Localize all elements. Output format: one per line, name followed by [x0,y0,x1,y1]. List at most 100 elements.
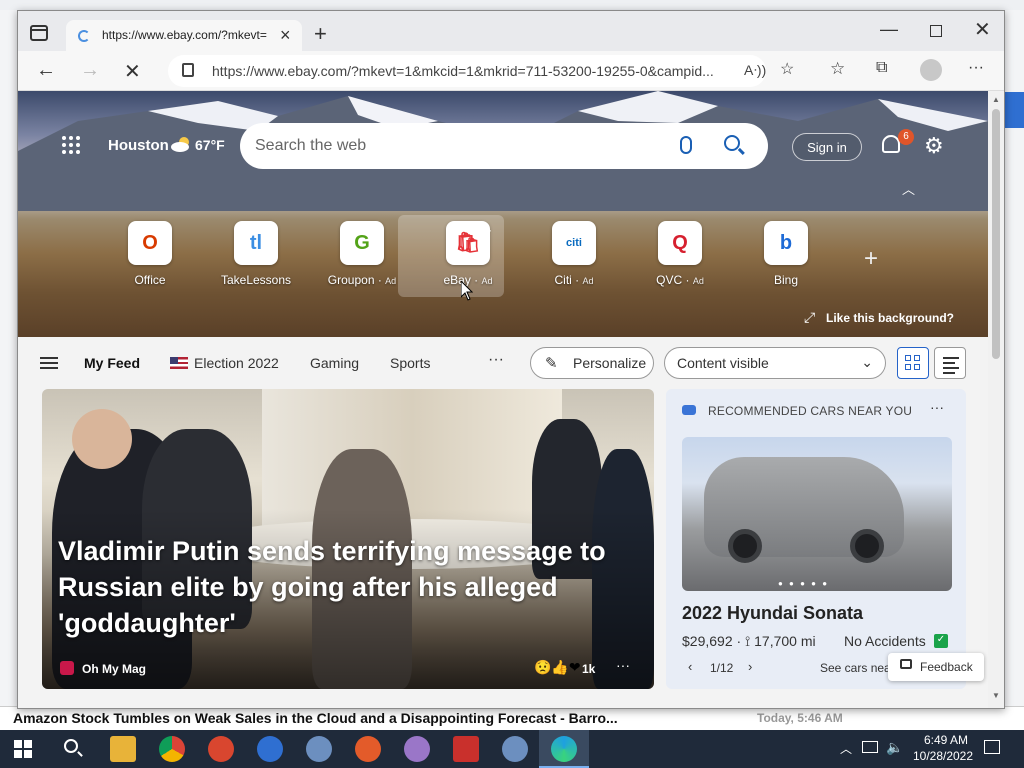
app-icon-red[interactable] [208,736,234,762]
tab-actions-icon[interactable] [30,25,48,41]
new-tab-icon[interactable]: + [314,21,327,47]
search-icon[interactable] [724,135,740,151]
recommended-cars-card: RECOMMENDED CARS NEAR YOU ··· ● ● ● ● ● … [666,389,966,689]
add-quick-link-icon[interactable]: + [864,245,878,273]
list-view-icon[interactable] [934,347,966,379]
action-center-icon[interactable] [984,740,1000,754]
grid-view-icon[interactable] [897,347,929,379]
vertical-scrollbar[interactable]: ▲ ▼ [988,91,1004,708]
lock-icon[interactable] [182,63,194,77]
maximize-icon[interactable] [930,25,942,37]
more-menu-icon[interactable]: ··· [968,59,984,77]
app-icon-globe-2[interactable] [502,736,528,762]
app-icon-globe[interactable] [306,736,332,762]
tab-bar: https://www.ebay.com/?mkevt= × + — ✕ [18,11,1004,51]
collapse-chevron-icon[interactable]: ︿ [902,179,915,198]
quick-link[interactable]: citi Citi · Ad [526,221,622,287]
scrollbar-thumb[interactable] [992,109,1000,359]
scroll-up-icon[interactable]: ▲ [992,95,1000,104]
content-visibility-select[interactable]: Content visible ⌄ [664,347,886,379]
network-icon[interactable] [862,741,878,753]
app-icon-orange[interactable] [355,736,381,762]
edge-icon[interactable] [551,736,577,762]
story-source[interactable]: Oh My Mag [82,662,146,676]
quick-link[interactable]: Q QVC · Ad [632,221,728,287]
taskbar-search-icon[interactable] [64,739,78,753]
file-explorer-icon[interactable] [110,736,136,762]
loading-spinner-icon [78,30,90,42]
tab-close-icon[interactable]: × [280,25,291,46]
ad-label: Ad [481,276,493,286]
next-icon[interactable]: › [748,659,752,674]
start-windows-icon[interactable] [14,740,32,758]
address-text[interactable]: https://www.ebay.com/?mkevt=1&mkcid=1&mk… [212,63,732,79]
back-icon[interactable]: ← [36,59,56,82]
stop-loading-icon[interactable]: ✕ [124,59,141,84]
top-story-card[interactable]: Vladimir Putin sends terrifying message … [42,389,654,689]
apps-launcher-icon[interactable] [62,136,82,156]
app-icon-cc[interactable] [453,736,479,762]
personalize-button[interactable]: ✎ Personalize [530,347,654,379]
tray-chevron-up-icon[interactable]: ︿ [840,740,852,757]
clock-date[interactable]: 10/28/2022 [911,749,975,763]
car-image[interactable]: ● ● ● ● ● [682,437,952,591]
weather-city[interactable]: Houston [108,137,169,154]
microphone-icon[interactable] [680,136,692,154]
profile-avatar-icon[interactable] [920,59,942,81]
forward-icon[interactable]: → [80,59,100,82]
quick-link[interactable]: G Groupon · Ad [314,221,410,287]
see-cars-link[interactable]: See cars nea [820,661,891,675]
chrome-icon[interactable] [159,736,185,762]
volume-icon[interactable]: 🔈 [886,739,903,756]
nav-more-icon[interactable]: ··· [488,351,504,369]
nav-gaming[interactable]: Gaming [310,355,359,371]
expand-icon[interactable]: ⤢ [804,309,815,326]
quick-link-more-icon[interactable]: ··· [480,223,492,237]
ad-label: Ad [582,276,594,286]
cars-header: RECOMMENDED CARS NEAR YOU [708,404,913,418]
collections-icon[interactable]: ⧉ [876,59,887,77]
favorites-icon[interactable]: ☆ [830,59,845,79]
previous-icon[interactable]: ‹ [688,659,692,674]
background-left-pane [0,10,18,730]
nav-my-feed[interactable]: My Feed [84,355,140,371]
minimize-icon[interactable]: — [880,19,898,40]
quick-link-glyph: b [779,232,793,254]
nav-sports[interactable]: Sports [390,355,430,371]
quick-link[interactable]: tl TakeLessons [208,221,304,287]
news-ticker-headline[interactable]: Amazon Stock Tumbles on Weak Sales in th… [13,710,618,726]
quick-links: O Office tl TakeLessons G Groupon · Ad 🛍 eBay ·… [102,221,902,301]
app-icon-purple[interactable] [404,736,430,762]
story-more-icon[interactable]: ··· [616,657,630,673]
car-title[interactable]: 2022 Hyundai Sonata [682,603,863,624]
clock-time[interactable]: 6:49 AM [916,733,976,747]
quick-link[interactable]: O Office [102,221,198,287]
weather-temp[interactable]: 67°F [195,137,225,153]
car-image-wheel [728,529,762,563]
nav-election-2022[interactable]: Election 2022 [170,355,279,371]
menu-icon[interactable] [40,357,58,369]
like-background-link[interactable]: Like this background? [826,311,954,325]
app-icon-blue[interactable] [257,736,283,762]
sign-in-button[interactable]: Sign in [792,133,862,161]
settings-gear-icon[interactable]: ⚙ [924,133,944,159]
reactions-icon[interactable]: 😟👍❤ [534,659,581,676]
partly-cloudy-icon[interactable] [170,135,192,153]
address-bar[interactable]: https://www.ebay.com/?mkevt=1&mkcid=1&mk… [168,55,766,87]
quick-link[interactable]: 🛍 eBay · Ad [420,221,516,287]
quick-link-icon: tl [234,221,278,265]
scroll-down-icon[interactable]: ▼ [992,691,1000,700]
feedback-icon [900,659,912,669]
quick-link[interactable]: b Bing [738,221,834,287]
close-icon[interactable]: ✕ [974,17,991,42]
add-favorite-icon[interactable]: ☆ [780,59,794,79]
cars-more-icon[interactable]: ··· [930,399,944,415]
quick-link-glyph: citi [566,237,582,249]
tab-active[interactable]: https://www.ebay.com/?mkevt= × [66,20,302,51]
quick-link-label: Office [102,273,198,287]
web-search-input[interactable]: Search the web [240,123,768,169]
read-aloud-icon[interactable]: Aᐧ)) [744,62,766,79]
car-accidents: No Accidents [844,633,926,649]
feedback-button[interactable]: Feedback [888,653,984,681]
story-title[interactable]: Vladimir Putin sends terrifying message … [58,533,618,641]
